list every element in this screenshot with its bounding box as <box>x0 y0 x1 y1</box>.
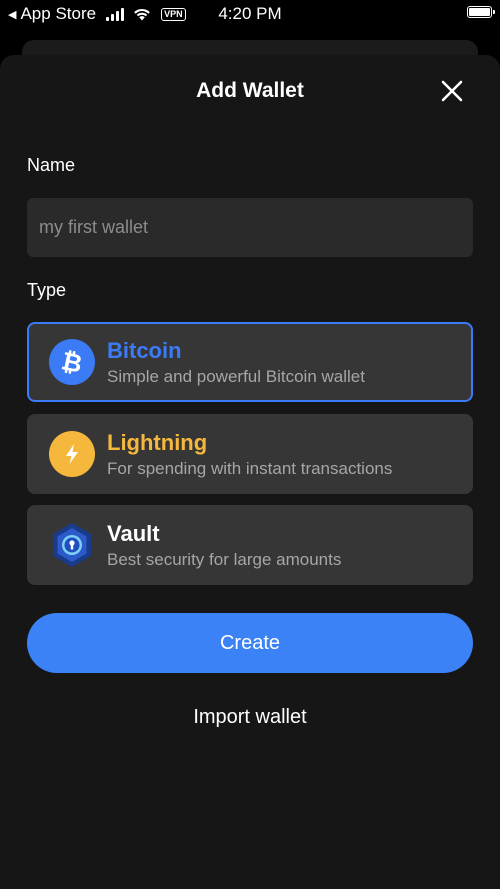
name-label: Name <box>27 155 76 175</box>
status-time: 4:20 PM <box>218 4 282 23</box>
sheet-title: Add Wallet <box>196 79 304 102</box>
wallet-type-name: Vault <box>107 521 160 546</box>
bitcoin-icon: ₿ <box>49 339 95 385</box>
wallet-type-description: For spending with instant transactions <box>107 459 393 478</box>
battery-icon <box>467 6 495 18</box>
wallet-name-input[interactable] <box>27 198 473 257</box>
wallet-type-name: Lightning <box>107 430 208 455</box>
wallet-type-vault[interactable]: Vault Best security for large amounts <box>27 505 473 585</box>
status-bar: ◀ App Store VPN 4:20 PM <box>0 0 500 30</box>
wallet-type-description: Best security for large amounts <box>107 550 342 569</box>
svg-text:₿: ₿ <box>59 346 85 379</box>
create-button[interactable]: Create <box>27 613 473 673</box>
lightning-icon <box>49 431 95 477</box>
wallet-type-name: Bitcoin <box>107 338 182 363</box>
wallet-type-lightning[interactable]: Lightning For spending with instant tran… <box>27 414 473 494</box>
wallet-type-bitcoin[interactable]: ₿ Bitcoin Simple and powerful Bitcoin wa… <box>27 322 473 402</box>
type-label: Type <box>27 280 67 300</box>
add-wallet-sheet: Add Wallet Name Type ₿ Bitcoin Simple an… <box>0 55 500 889</box>
import-wallet-button[interactable]: Import wallet <box>0 706 500 729</box>
close-button[interactable] <box>438 77 466 105</box>
vault-icon <box>49 522 95 568</box>
wallet-type-description: Simple and powerful Bitcoin wallet <box>107 367 365 386</box>
close-icon <box>441 80 463 102</box>
